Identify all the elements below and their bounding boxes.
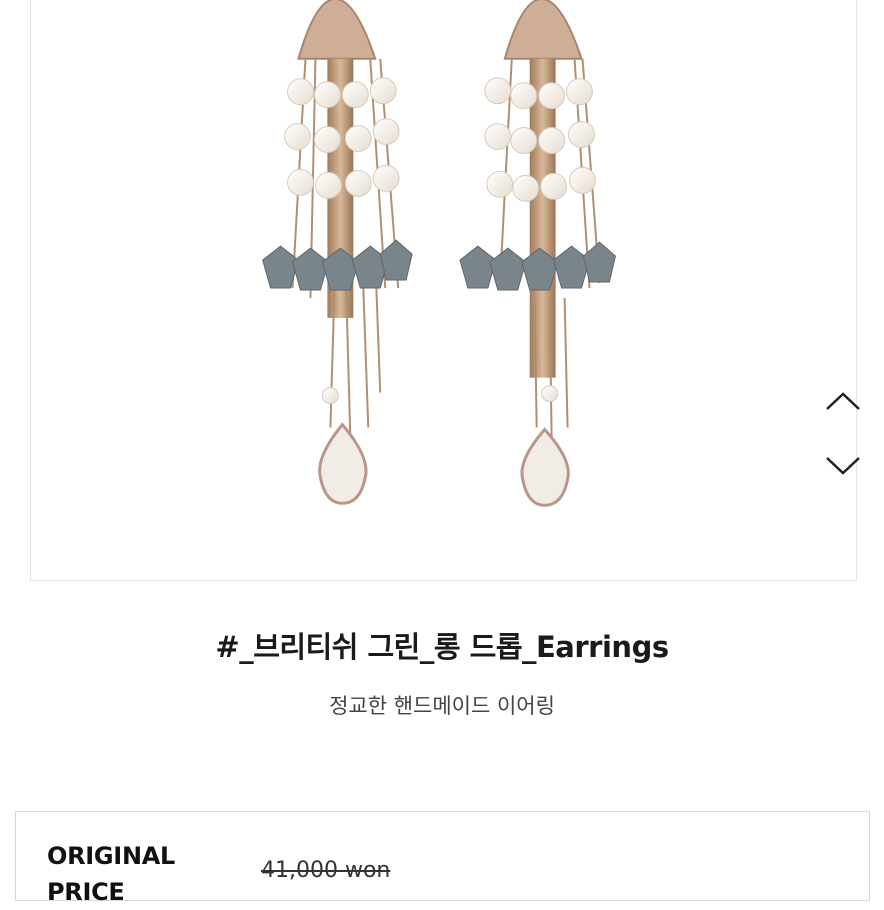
product-image-frame bbox=[30, 0, 857, 581]
original-price-label: ORIGINAL PRICE bbox=[47, 842, 175, 906]
product-subtitle: 정교한 핸드메이드 이어링 bbox=[329, 694, 555, 718]
chevron-down-icon[interactable] bbox=[825, 452, 861, 478]
product-image[interactable] bbox=[31, 0, 856, 580]
left-earring bbox=[262, 0, 413, 505]
right-earring bbox=[459, 0, 616, 507]
original-price-value: 41,000 won bbox=[261, 858, 391, 883]
product-title: #_브리티쉬 그린_롱 드롭_Earrings bbox=[215, 630, 669, 664]
chevron-up-icon[interactable] bbox=[825, 389, 861, 415]
price-box: ORIGINAL PRICE 41,000 won bbox=[15, 811, 870, 906]
